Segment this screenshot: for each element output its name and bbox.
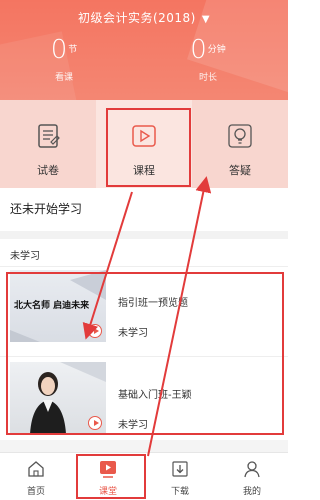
download-icon: [172, 461, 188, 477]
exam-paper-icon: [38, 124, 60, 148]
profile-icon: [244, 461, 260, 478]
tile-label: 试卷: [37, 164, 59, 177]
tile-exam[interactable]: 试卷: [0, 100, 96, 188]
tab-profile[interactable]: 我的: [216, 453, 288, 500]
annotation-box-lesson-list: [6, 272, 284, 435]
section-title: 未学习: [10, 251, 40, 262]
chevron-down-icon: ▼: [201, 14, 211, 25]
stat-duration: 0分钟 时长: [168, 34, 248, 83]
tab-label: 下载: [170, 487, 189, 497]
course-title: 初级会计实务(2018): [77, 11, 196, 25]
learning-status: 还未开始学习: [10, 202, 83, 216]
annotation-box-course-tile: [106, 108, 191, 187]
bottom-spacer: [0, 440, 288, 452]
tile-qa[interactable]: 答疑: [192, 100, 288, 188]
tab-label: 我的: [242, 487, 261, 497]
stat-lessons-watched: 0节 看课: [24, 34, 104, 83]
annotation-box-classroom-tab: [76, 454, 146, 499]
divider: [0, 266, 288, 267]
stat-value: 0: [50, 35, 68, 65]
stat-label: 时长: [198, 73, 217, 83]
stat-unit: 节: [68, 45, 78, 55]
stat-unit: 分钟: [207, 45, 226, 55]
stat-value: 0: [190, 35, 207, 65]
lightbulb-icon: [228, 124, 252, 148]
tab-label: 首页: [26, 487, 45, 497]
home-icon: [28, 461, 44, 477]
course-selector[interactable]: 初级会计实务(2018) ▼: [0, 9, 288, 26]
tab-download[interactable]: 下载: [144, 453, 216, 500]
stat-label: 看课: [54, 73, 73, 83]
tile-label: 答疑: [229, 164, 251, 177]
tab-home[interactable]: 首页: [0, 453, 72, 500]
section-divider: [0, 231, 288, 239]
